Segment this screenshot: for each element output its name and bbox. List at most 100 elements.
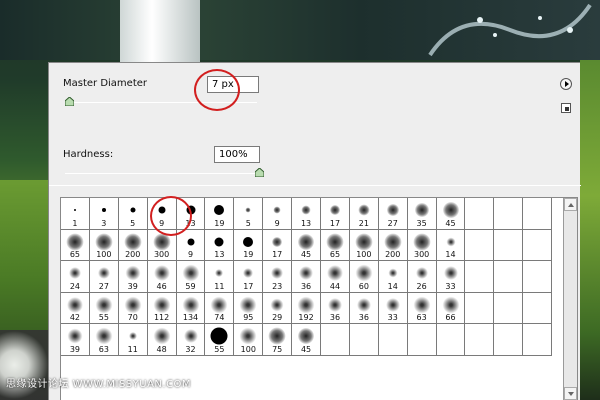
brush-preset[interactable]: 100 — [234, 324, 264, 356]
brush-picker-panel: Master Diameter 7 px Hardness: 100% 1359… — [48, 62, 581, 400]
vertical-scrollbar[interactable] — [563, 198, 577, 400]
brush-preset[interactable]: 112 — [147, 292, 177, 324]
brush-tip-preview — [299, 266, 314, 281]
brush-preset[interactable]: 42 — [61, 292, 90, 324]
brush-preset[interactable]: 19 — [234, 229, 264, 261]
brush-preset[interactable]: 14 — [436, 229, 466, 261]
brush-preset[interactable]: 75 — [263, 324, 293, 356]
brush-preset[interactable]: 26 — [407, 261, 437, 293]
brush-preset[interactable]: 33 — [378, 292, 408, 324]
brush-preset[interactable]: 32 — [176, 324, 206, 356]
brush-preset[interactable]: 60 — [349, 261, 379, 293]
scroll-down-arrow-icon[interactable] — [564, 387, 577, 400]
brush-preset[interactable]: 192 — [292, 292, 322, 324]
brush-size-label: 65 — [329, 250, 341, 259]
brush-size-label: 19 — [214, 218, 225, 228]
brush-tip-preview — [125, 265, 141, 281]
brush-preset[interactable]: 63 — [407, 292, 437, 324]
brush-preset[interactable]: 70 — [118, 292, 148, 324]
hardness-input[interactable]: 100% — [214, 146, 260, 163]
brush-preset[interactable]: 95 — [234, 292, 264, 324]
brush-tip-preview — [153, 265, 170, 282]
brush-preset[interactable]: 19 — [205, 198, 235, 230]
brush-preset[interactable]: 14 — [378, 261, 408, 293]
brush-preset[interactable]: 36 — [349, 292, 379, 324]
brush-preset[interactable]: 63 — [89, 324, 119, 356]
brush-preset[interactable]: 17 — [234, 261, 264, 293]
brush-tip-preview — [358, 204, 370, 216]
brush-preset[interactable]: 13 — [205, 229, 235, 261]
brush-tip-preview — [182, 296, 199, 314]
brush-tip-preview — [329, 205, 340, 216]
brush-tip-preview — [413, 233, 431, 251]
brush-preset[interactable]: 45 — [436, 198, 466, 230]
brush-size-label: 11 — [214, 281, 225, 291]
brush-preset[interactable]: 44 — [321, 261, 350, 293]
brush-preset[interactable]: 27 — [378, 198, 408, 230]
brush-preset[interactable]: 3 — [89, 198, 119, 230]
new-preset-icon[interactable] — [561, 103, 571, 113]
brush-preset[interactable]: 100 — [89, 229, 119, 261]
brush-preset[interactable]: 100 — [349, 229, 379, 261]
brush-tip-preview — [214, 205, 225, 216]
brush-size-label: 59 — [185, 281, 196, 291]
hardness-slider-track[interactable] — [65, 173, 259, 174]
brush-preset[interactable]: 36 — [321, 292, 350, 324]
brush-preset[interactable]: 46 — [147, 261, 177, 293]
brush-preset — [407, 324, 437, 356]
brush-size-label: 45 — [300, 344, 312, 354]
brush-preset[interactable]: 65 — [61, 229, 90, 261]
master-diameter-slider-thumb[interactable] — [64, 97, 74, 106]
brush-tip-preview — [273, 206, 281, 214]
brush-tip-preview — [239, 296, 257, 314]
brush-preset[interactable]: 59 — [176, 261, 206, 293]
brush-preset[interactable]: 134 — [176, 292, 206, 324]
brush-preset[interactable]: 66 — [436, 292, 466, 324]
brush-size-label: 200 — [125, 250, 141, 259]
brush-preset[interactable]: 45 — [292, 229, 322, 261]
brush-preset[interactable]: 39 — [61, 324, 90, 356]
brush-preset[interactable]: 200 — [118, 229, 148, 261]
brush-preset[interactable]: 48 — [147, 324, 177, 356]
brush-preset[interactable]: 65 — [321, 229, 350, 261]
brush-preset[interactable]: 24 — [61, 261, 90, 293]
flyout-arrow-icon[interactable] — [560, 78, 572, 90]
brush-preset[interactable]: 1 — [61, 198, 90, 230]
brush-preset[interactable]: 55 — [205, 324, 235, 356]
brush-preset[interactable]: 35 — [407, 198, 437, 230]
brush-preset[interactable]: 17 — [263, 229, 293, 261]
brush-size-label: 27 — [98, 281, 109, 291]
hardness-slider-thumb[interactable] — [255, 168, 264, 177]
brush-preset[interactable]: 5 — [234, 198, 264, 230]
brush-preset[interactable]: 39 — [118, 261, 148, 293]
brush-preset[interactable]: 21 — [349, 198, 379, 230]
brush-preset[interactable]: 300 — [407, 229, 437, 261]
brush-preset[interactable]: 9 — [176, 229, 206, 261]
brush-preset[interactable]: 5 — [118, 198, 148, 230]
brush-tip-preview — [413, 296, 431, 314]
brush-preset[interactable]: 36 — [292, 261, 322, 293]
brush-size-label: 21 — [358, 218, 369, 228]
brush-preset[interactable]: 17 — [321, 198, 350, 230]
brush-preset[interactable]: 27 — [89, 261, 119, 293]
brush-preset[interactable]: 13 — [292, 198, 322, 230]
brush-size-label: 23 — [272, 281, 283, 291]
brush-preset[interactable]: 11 — [118, 324, 148, 356]
brush-preset[interactable]: 45 — [292, 324, 322, 356]
scroll-up-arrow-icon[interactable] — [564, 198, 577, 211]
brush-preset[interactable]: 29 — [263, 292, 293, 324]
watermark: 思缘设计论坛 WWW.MISSYUAN.COM — [6, 379, 192, 390]
brush-size-label: 5 — [245, 218, 251, 228]
brush-preset[interactable]: 33 — [436, 261, 466, 293]
brush-tip-preview — [124, 296, 142, 314]
brush-preset[interactable]: 200 — [378, 229, 408, 261]
brush-preset[interactable]: 74 — [205, 292, 235, 324]
brush-preset[interactable]: 9 — [263, 198, 293, 230]
brush-size-label: 39 — [69, 344, 81, 354]
brush-tip-preview — [128, 332, 137, 341]
brush-tip-preview — [355, 264, 373, 282]
brush-preset[interactable]: 55 — [89, 292, 119, 324]
brush-preset — [321, 324, 350, 356]
brush-preset[interactable]: 11 — [205, 261, 235, 293]
brush-preset[interactable]: 23 — [263, 261, 293, 293]
